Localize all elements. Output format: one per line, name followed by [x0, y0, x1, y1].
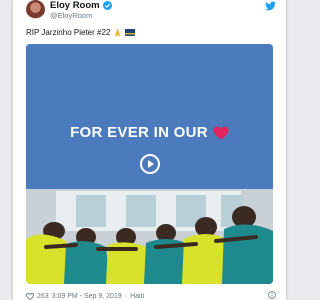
- video-thumbnail-photo: [26, 189, 273, 284]
- folded-hands-emoji: [113, 28, 122, 37]
- tweet-header: Eloy Room @EloyRoom: [13, 0, 286, 22]
- flag-emoji: [125, 28, 136, 37]
- play-icon: [148, 160, 154, 168]
- video-caption-text: FOR EVER IN OUR: [70, 124, 208, 141]
- author-handle[interactable]: @EloyRoom: [50, 11, 92, 20]
- footer-separator: ·: [124, 293, 128, 300]
- info-icon[interactable]: [268, 291, 276, 299]
- tweet-footer: 263 3:09 PM - Sep 9, 2019 · Haiti: [26, 293, 144, 300]
- tweet-text-row: RIP Jarzinho Pieter #22: [26, 28, 136, 37]
- video-caption: FOR EVER IN OUR: [26, 124, 273, 141]
- twitter-bird-icon[interactable]: [265, 1, 276, 11]
- tweet-embed-card: Eloy Room @EloyRoom RIP Jarzinho Pieter …: [13, 0, 286, 300]
- tweet-time[interactable]: 3:09 PM - Sep 9, 2019: [52, 293, 122, 300]
- author-name[interactable]: Eloy Room: [50, 0, 100, 11]
- play-button[interactable]: [140, 154, 160, 174]
- heart-icon[interactable]: [26, 293, 34, 300]
- author-name-row[interactable]: Eloy Room: [50, 0, 112, 11]
- red-heart-emoji: [213, 126, 229, 140]
- tweet-text: RIP Jarzinho Pieter #22: [26, 28, 111, 37]
- tweet-location[interactable]: Haiti: [130, 293, 144, 300]
- verified-badge-icon: [102, 1, 112, 10]
- avatar[interactable]: [26, 0, 45, 19]
- video-player[interactable]: FOR EVER IN OUR: [26, 44, 273, 284]
- like-count[interactable]: 263: [37, 293, 49, 300]
